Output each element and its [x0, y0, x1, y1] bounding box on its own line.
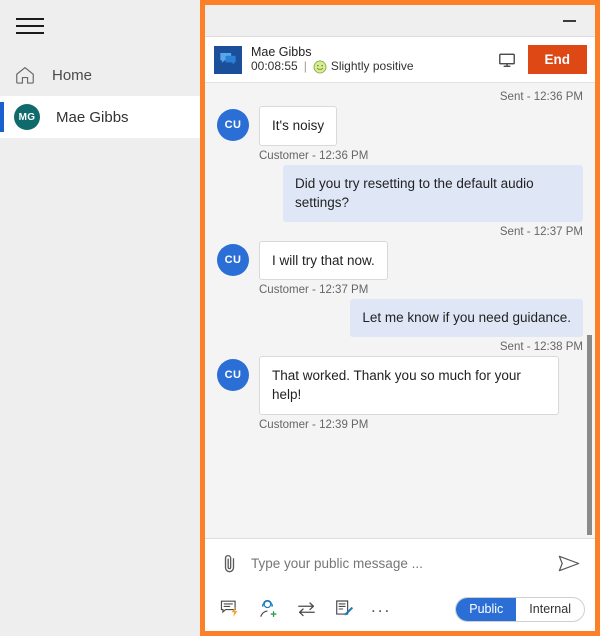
- sidebar-item-mae-gibbs[interactable]: MG Mae Gibbs: [0, 96, 200, 138]
- paperclip-icon[interactable]: [217, 550, 241, 576]
- hamburger-line: [16, 32, 44, 34]
- message-timestamp: Customer - 12:36 PM: [259, 149, 369, 162]
- window-titlebar: [205, 5, 595, 37]
- chat-bubble-icon: [214, 45, 242, 74]
- quick-reply-icon[interactable]: [219, 598, 241, 620]
- chat-window: Mae Gibbs 00:08:55 | Slightly positive E…: [200, 0, 600, 636]
- more-icon[interactable]: ...: [371, 598, 391, 621]
- conversation-header: Mae Gibbs 00:08:55 | Slightly positive E…: [205, 37, 595, 83]
- message-scrollbar[interactable]: [586, 83, 594, 538]
- message-timestamp: Sent - 12:36 PM: [499, 91, 583, 103]
- avatar: CU: [217, 109, 249, 141]
- home-icon: [16, 66, 34, 84]
- add-agent-icon[interactable]: [257, 598, 279, 620]
- conversation-subtitle: 00:08:55 | Slightly positive: [251, 59, 492, 74]
- send-icon[interactable]: [555, 550, 583, 576]
- conversation-title: Mae Gibbs: [251, 44, 312, 59]
- visibility-option-internal[interactable]: Internal: [516, 598, 584, 621]
- sidebar-item-label: Mae Gibbs: [56, 108, 129, 126]
- minimize-glyph: [562, 19, 576, 22]
- note-icon[interactable]: [333, 598, 355, 620]
- hamburger-menu-icon[interactable]: [10, 6, 50, 46]
- message-row: CU I will try that now.: [217, 240, 583, 281]
- left-sidebar: Home MG Mae Gibbs: [0, 0, 200, 636]
- avatar: CU: [217, 358, 249, 391]
- message-timestamp: Sent - 12:38 PM: [499, 340, 583, 353]
- app-root: Home MG Mae Gibbs Mae Gibbs 00:08:55 | S…: [0, 0, 600, 636]
- composer-toolbar: ... Public Internal: [205, 587, 595, 631]
- message-timestamp: Customer - 12:37 PM: [259, 284, 369, 297]
- selection-indicator: [0, 102, 4, 132]
- message-list: Sent - 12:36 PM CU It's noisy Customer -…: [205, 83, 595, 538]
- conversation-timer: 00:08:55: [251, 59, 298, 74]
- message-bubble: It's noisy: [259, 106, 338, 146]
- message-timestamp: Customer - 12:39 PM: [259, 418, 369, 431]
- end-button[interactable]: End: [527, 45, 587, 74]
- scrollbar-thumb[interactable]: [587, 335, 592, 535]
- message-row: CU That worked. Thank you so much for yo…: [217, 355, 583, 415]
- message-bubble: Did you try resetting to the default aud…: [283, 164, 583, 222]
- visibility-toggle: Public Internal: [455, 596, 585, 622]
- message-input[interactable]: [251, 555, 545, 571]
- message-bubble: That worked. Thank you so much for your …: [259, 355, 559, 415]
- transfer-icon[interactable]: [295, 598, 317, 620]
- message-row: Let me know if you need guidance.: [217, 299, 583, 337]
- sidebar-item-label: Home: [52, 66, 93, 84]
- message-composer: ... Public Internal: [205, 538, 595, 631]
- composer-input-row: [205, 539, 595, 587]
- conversation-meta: Mae Gibbs 00:08:55 | Slightly positive: [251, 45, 492, 74]
- hamburger-line: [16, 25, 44, 27]
- subtitle-separator: |: [303, 59, 307, 74]
- hamburger-line: [16, 18, 44, 20]
- avatar: CU: [217, 243, 249, 276]
- message-bubble: Let me know if you need guidance.: [350, 299, 583, 337]
- message-bubble: I will try that now.: [259, 240, 388, 281]
- sentiment-label: Slightly positive: [330, 59, 414, 74]
- message-row: CU It's noisy: [217, 106, 583, 146]
- monitor-icon[interactable]: [492, 46, 522, 74]
- smiley-face-icon: [313, 60, 327, 74]
- minimize-icon[interactable]: [555, 9, 583, 33]
- message-row: Did you try resetting to the default aud…: [217, 164, 583, 222]
- sidebar-item-home[interactable]: Home: [0, 54, 200, 96]
- avatar: MG: [14, 104, 40, 130]
- message-timestamp: Sent - 12:37 PM: [499, 225, 583, 238]
- visibility-option-public[interactable]: Public: [456, 597, 517, 621]
